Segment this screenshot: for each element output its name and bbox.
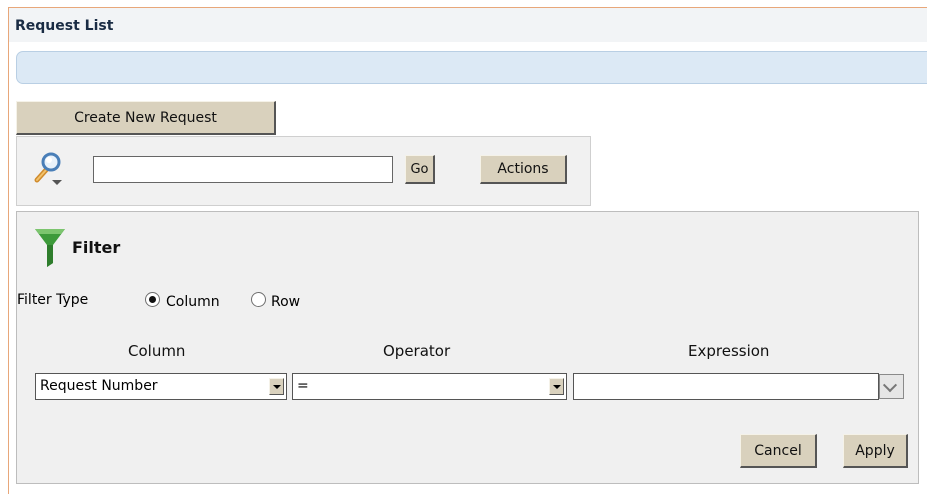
create-new-request-button[interactable]: Create New Request <box>16 101 276 135</box>
operator-select[interactable]: = <box>292 373 567 400</box>
filter-title: Filter <box>72 238 121 257</box>
operator-dropdown-arrow-icon[interactable] <box>549 378 564 395</box>
funnel-icon <box>33 225 67 269</box>
operator-select-value: = <box>297 378 309 394</box>
expression-input[interactable] <box>573 373 879 400</box>
apply-button[interactable]: Apply <box>843 434 908 468</box>
expression-header: Expression <box>688 342 770 360</box>
filter-type-column-radio[interactable] <box>145 292 160 307</box>
filter-type-column-label[interactable]: Column <box>166 294 220 310</box>
go-button[interactable]: Go <box>405 155 435 184</box>
operator-header: Operator <box>383 342 451 360</box>
search-input[interactable] <box>93 156 393 183</box>
search-magnifier-icon[interactable] <box>31 150 65 186</box>
column-select[interactable]: Request Number <box>35 373 287 400</box>
filter-panel: Filter Filter Type Column Row Column Ope… <box>16 211 919 484</box>
column-dropdown-arrow-icon[interactable] <box>269 378 284 395</box>
cancel-button[interactable]: Cancel <box>740 434 817 468</box>
filter-type-row-label[interactable]: Row <box>271 294 300 310</box>
filter-type-row-radio[interactable] <box>251 292 266 307</box>
column-select-value: Request Number <box>40 378 158 394</box>
filter-type-label: Filter Type <box>17 292 89 308</box>
expression-dropdown-icon[interactable] <box>879 374 904 399</box>
title-bar: Request List <box>9 8 927 42</box>
actions-button[interactable]: Actions <box>480 155 567 184</box>
info-band <box>16 51 927 84</box>
page-frame-left <box>8 7 9 494</box>
search-panel: Go Actions <box>16 136 591 206</box>
page-title: Request List <box>15 18 114 34</box>
column-header: Column <box>128 342 186 360</box>
